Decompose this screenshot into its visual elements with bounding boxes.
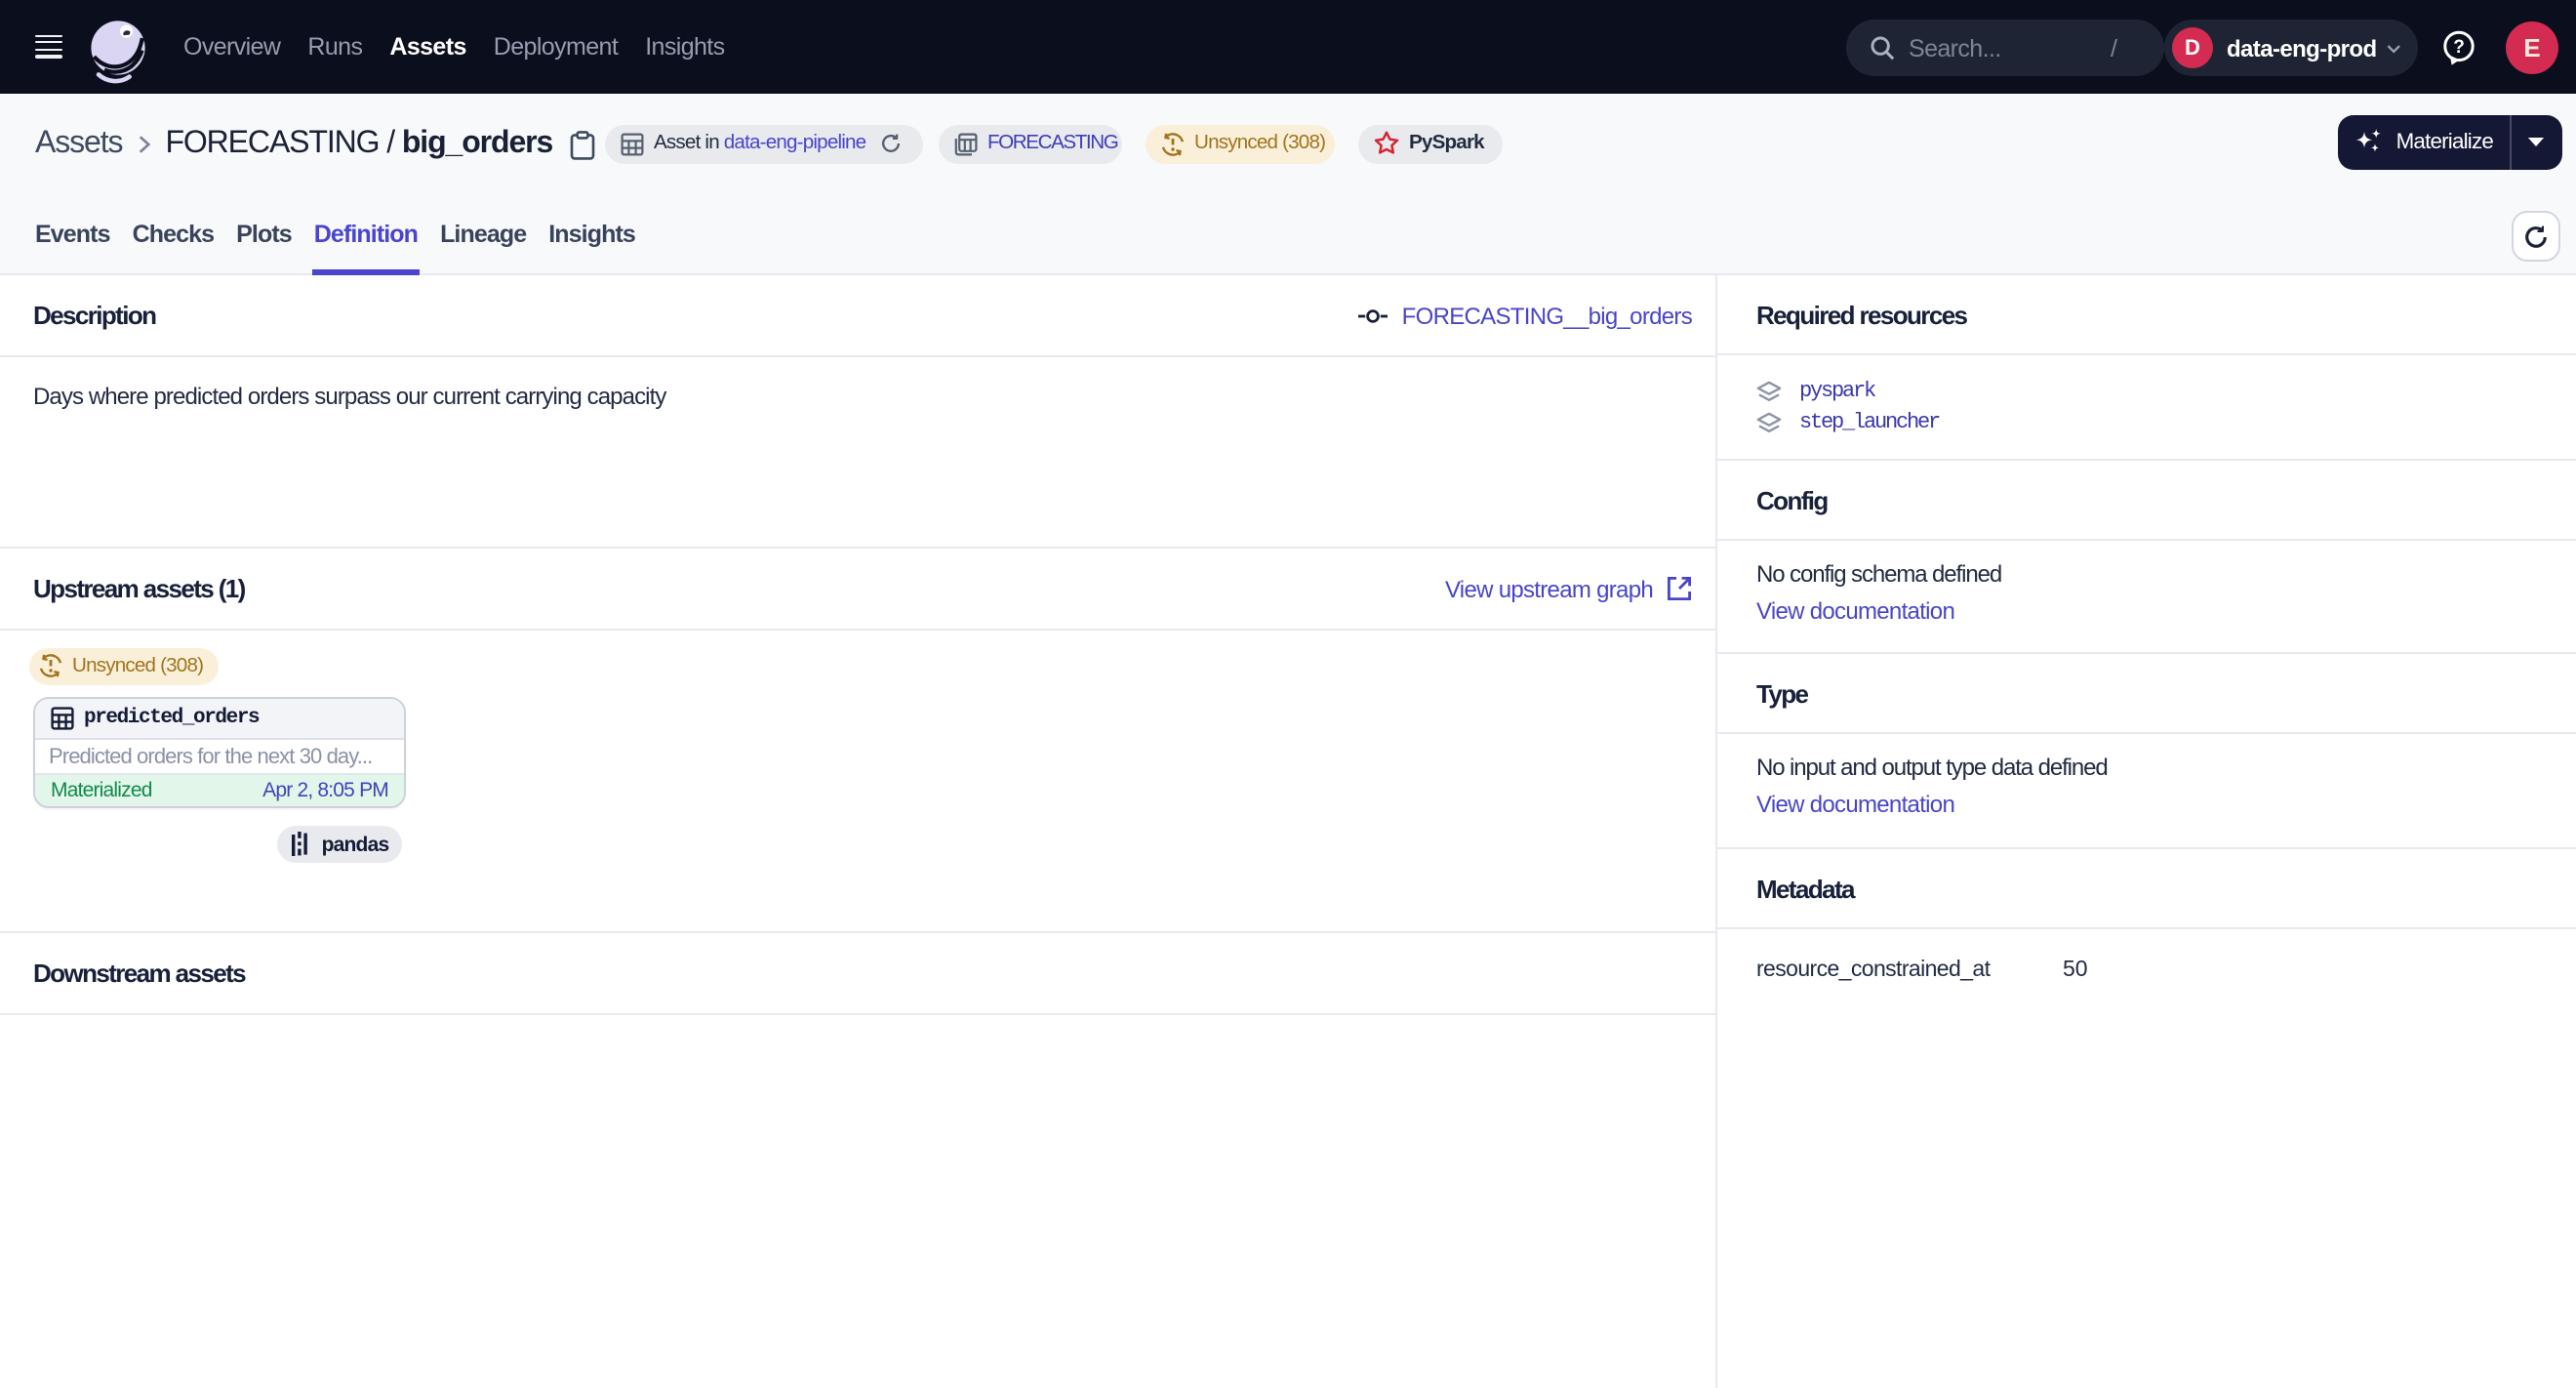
- svg-text:?: ?: [2453, 37, 2465, 58]
